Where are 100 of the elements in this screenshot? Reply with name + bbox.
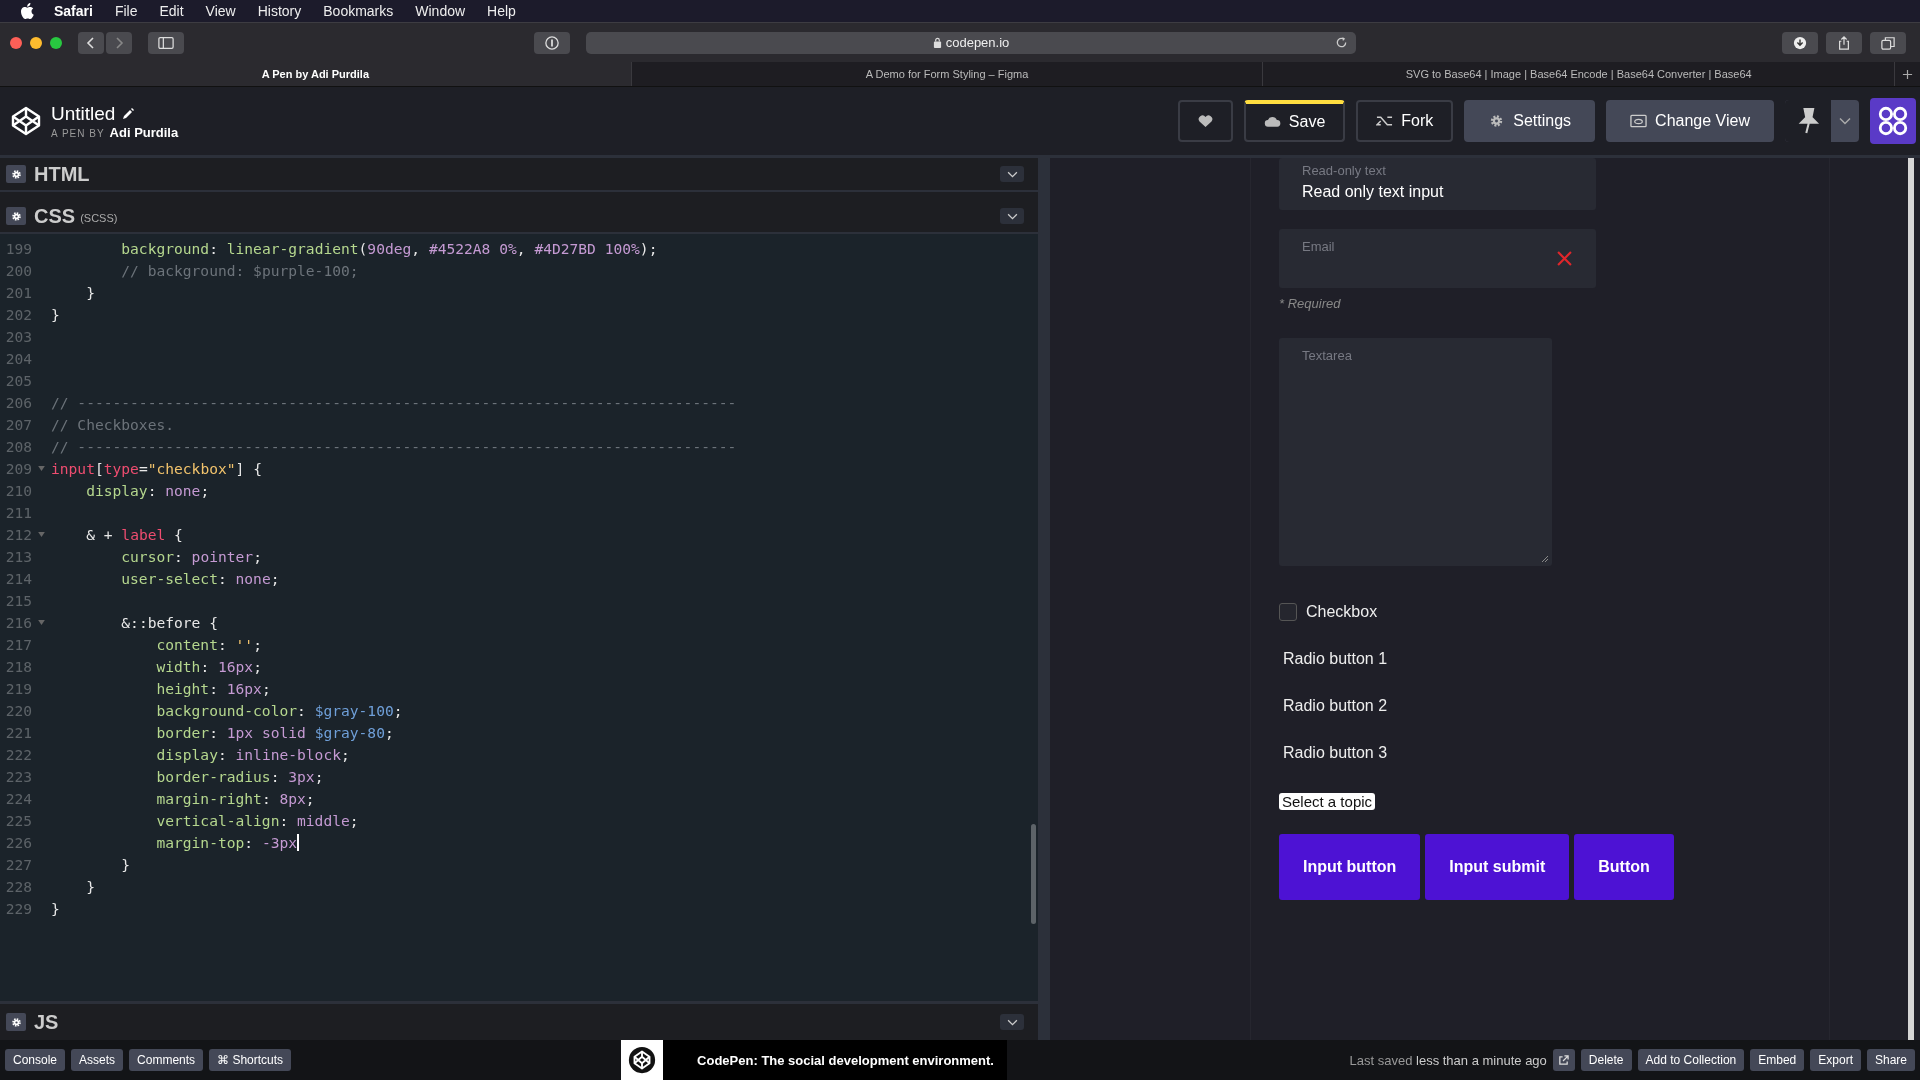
line-number: 206 [4,393,32,411]
line-number: 222 [4,745,32,763]
menu-item[interactable]: Window [415,3,466,19]
menu-item[interactable]: History [257,3,302,19]
back-button[interactable] [78,31,104,54]
field-placeholder: Email [1302,239,1336,254]
line-number: 201 [4,283,32,301]
line-number: 223 [4,767,32,785]
scrollbar-thumb[interactable] [1908,158,1914,1040]
line-number: 200 [4,261,32,279]
collapse-icon[interactable] [1000,208,1024,224]
line-number: 216 [4,613,32,631]
settings-icon[interactable] [6,207,26,225]
fold-arrow-icon[interactable] [38,465,45,471]
line-number: 203 [4,327,32,345]
sidebar-button[interactable] [148,31,184,54]
radio-label[interactable]: Radio button 3 [1283,744,1388,762]
footer-button[interactable]: Add to Collection [1637,1049,1745,1071]
view-button[interactable]: Change View [1606,100,1774,142]
minimize-icon[interactable] [30,36,42,49]
line-number: 225 [4,811,32,829]
tabs-button[interactable] [1870,31,1906,54]
line-number: 221 [4,723,32,741]
fork-button[interactable]: Fork [1356,100,1454,142]
author-link[interactable]: Adi Purdila [109,124,179,140]
browser-tab[interactable]: SVG to Base64 | Image | Base64 Encode | Base64 Converter | Base64 [1263,62,1895,86]
like-button[interactable] [1177,100,1233,142]
cube-logo-icon[interactable] [10,105,42,137]
code-line: // Checkboxes. [51,415,174,433]
line-number: 212 [4,525,32,543]
line-number: 211 [4,503,32,521]
address-bar[interactable]: codepen.io [586,31,1356,54]
code-line: background: linear-gradient(90deg, #4522A8 0%, #4D27BD 100%); [120,239,658,257]
footer-button[interactable]: Share [1866,1049,1915,1071]
code-line: } [120,855,131,873]
footer-button[interactable]: Console [5,1049,66,1071]
cloud-icon [1263,115,1281,129]
profile-avatar[interactable] [1870,98,1916,144]
chevron-left-icon [86,35,96,50]
line-number: 208 [4,437,32,455]
fold-arrow-icon[interactable] [38,619,45,625]
line-number: 228 [4,877,32,895]
settings-icon[interactable] [6,1013,26,1031]
collapse-icon[interactable] [1000,1014,1024,1030]
save-button[interactable]: Save [1243,100,1346,142]
cube-logo-icon[interactable] [621,1040,664,1080]
footer-button[interactable]: ⌘ Shortcuts [209,1049,292,1071]
menu-item[interactable]: Help [487,3,516,19]
save-status: Last saved less than a minute ago [1349,1052,1547,1068]
form-button[interactable]: Input button [1279,834,1421,900]
form-button[interactable]: Button [1574,834,1674,900]
line-number: 226 [4,833,32,851]
radio-label[interactable]: Radio button 2 [1283,697,1388,715]
footer-button[interactable]: Assets [71,1049,124,1071]
menu-item[interactable]: File [114,3,138,19]
password-button[interactable] [534,31,570,54]
checkbox[interactable] [1279,603,1297,621]
footer-button[interactable]: Export [1810,1049,1861,1071]
scrollbar-thumb[interactable] [1031,824,1036,924]
downloads-button[interactable] [1782,31,1818,54]
editor-title: CSS [34,204,76,228]
menu-item[interactable]: Safari [54,3,93,19]
menu-item[interactable]: View [205,3,236,19]
topic-select[interactable]: Select a topic [1279,793,1376,810]
pen-title[interactable]: Untitled [51,102,116,125]
footer-button[interactable]: Comments [129,1049,204,1071]
reload-icon[interactable] [1335,36,1348,49]
line-number: 227 [4,855,32,873]
browser-tab[interactable]: A Pen by Adi Purdila [0,62,632,86]
settings-button[interactable]: Settings [1464,100,1596,142]
fold-arrow-icon[interactable] [38,531,45,537]
new-tab-icon[interactable] [1902,68,1913,80]
radio-label[interactable]: Radio button 1 [1283,650,1388,668]
download-icon [1792,35,1808,50]
browser-tab[interactable]: A Demo for Form Styling – Figma [631,62,1264,86]
open-external-button[interactable] [1552,1049,1575,1071]
caret-icon[interactable] [1839,117,1851,125]
close-icon[interactable] [10,36,22,49]
collapse-icon[interactable] [1000,166,1024,182]
footer-button[interactable]: Delete [1580,1049,1632,1071]
apple-icon[interactable] [20,3,34,19]
code-line: width: 16px; [155,657,262,675]
settings-icon[interactable] [6,165,26,183]
footer-button[interactable]: Embed [1750,1049,1805,1071]
line-number: 199 [4,239,32,257]
forward-button[interactable] [106,31,132,54]
menu-item[interactable]: Bookmarks [323,3,394,19]
editor-language: (SCSS) [80,211,118,224]
checkbox-label[interactable]: Checkbox [1306,603,1378,621]
share-button[interactable] [1826,31,1862,54]
code-line: user-select: none; [120,569,280,587]
form-button[interactable]: Input submit [1425,834,1570,900]
line-number: 220 [4,701,32,719]
menu-item[interactable]: Edit [159,3,184,19]
read-only-field[interactable]: Read-only text Read only text input [1279,158,1596,210]
zoom-icon[interactable] [50,36,62,49]
code-line: content: ''; [155,635,262,653]
heart-icon [1196,114,1214,128]
pencil-icon[interactable] [121,106,136,121]
resize-grip-icon[interactable] [1541,555,1549,563]
